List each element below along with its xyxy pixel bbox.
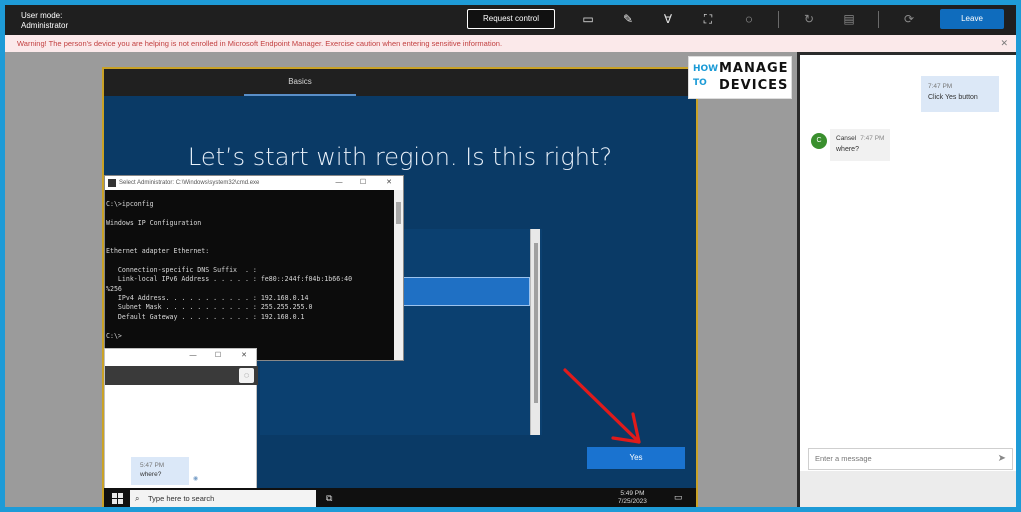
maximize-icon[interactable]: ☐ bbox=[355, 176, 371, 190]
chat-panel: 7:47 PM Click Yes button C Cansel 7:47 PM… bbox=[800, 55, 1016, 471]
scrollbar-thumb[interactable] bbox=[534, 243, 538, 403]
mini-window-controls: — ☐ ✕ bbox=[105, 349, 256, 364]
quick-assist-window: User mode: Administrator Request control… bbox=[5, 5, 1016, 507]
warning-banner: Warning! The person's device you are hel… bbox=[5, 35, 1016, 52]
minimize-icon[interactable]: — bbox=[331, 176, 347, 190]
user-role-label: Administrator bbox=[21, 21, 69, 30]
search-placeholder: Type here to search bbox=[148, 494, 215, 503]
chat-footer bbox=[800, 471, 1016, 507]
scrollbar-thumb[interactable] bbox=[396, 202, 401, 224]
select-monitor-icon[interactable]: ▭ bbox=[580, 11, 596, 27]
task-manager-icon[interactable]: ▤ bbox=[841, 11, 857, 27]
cmd-scrollbar[interactable] bbox=[394, 190, 403, 360]
cmd-window[interactable]: Select Administrator: C:\Windows\system3… bbox=[104, 175, 404, 361]
request-control-button[interactable]: Request control bbox=[467, 9, 555, 29]
red-arrow-annotation bbox=[563, 368, 641, 444]
reconnect-icon[interactable]: ⟳ bbox=[901, 11, 917, 27]
notification-icon[interactable]: ▭ bbox=[674, 492, 683, 503]
avatar: C bbox=[811, 133, 827, 149]
windows-start-icon[interactable] bbox=[112, 493, 123, 504]
region-scrollbar[interactable] bbox=[530, 229, 540, 435]
close-icon[interactable]: ✕ bbox=[1000, 35, 1008, 52]
howtomanagedevices-logo: HOW TO MANAGE DEVICES bbox=[688, 56, 792, 99]
toolbar-divider bbox=[778, 11, 779, 28]
outgoing-message: 7:47 PM Click Yes button bbox=[921, 76, 999, 112]
cmd-output[interactable]: C:\>ipconfig Windows IP Configuration Et… bbox=[105, 190, 395, 360]
outgoing-text: Click Yes button bbox=[928, 94, 978, 101]
cmd-title-bar[interactable]: Select Administrator: C:\Windows\system3… bbox=[105, 176, 403, 190]
leave-button[interactable]: Leave bbox=[940, 9, 1004, 29]
laser-pointer-icon[interactable]: ∀ bbox=[660, 11, 676, 27]
top-toolbar: User mode: Administrator Request control… bbox=[5, 5, 1016, 35]
user-mode-label: User mode: bbox=[21, 11, 63, 20]
tray-date: 7/25/2023 bbox=[618, 498, 647, 505]
incoming-time: 7:47 PM bbox=[860, 135, 885, 142]
mini-toolbar: ◌ bbox=[105, 366, 258, 385]
restart-icon[interactable]: ↻ bbox=[801, 11, 817, 27]
tab-basics[interactable]: Basics bbox=[244, 69, 356, 96]
incoming-message: Cansel 7:47 PM where? bbox=[830, 129, 890, 161]
tray-time: 5:49 PM bbox=[620, 490, 645, 497]
mini-bubble-text: where? bbox=[140, 471, 162, 478]
oobe-header: Basics bbox=[104, 69, 696, 96]
toggle-chat-icon[interactable]: ◌ bbox=[741, 11, 757, 27]
chat-message-input[interactable]: Enter a message ➤ bbox=[808, 448, 1013, 470]
search-icon: ⌕ bbox=[135, 494, 140, 503]
mini-chat-bubble: 5:47 PM where? bbox=[131, 457, 189, 485]
oobe-title: Let’s start with region. Is this right? bbox=[187, 143, 613, 171]
actual-size-icon[interactable]: ⛶ bbox=[700, 11, 716, 27]
user-mode-block: User mode: Administrator bbox=[21, 11, 68, 31]
incoming-text: where? bbox=[836, 146, 859, 153]
annotate-icon[interactable]: ✎ bbox=[620, 11, 636, 27]
warning-text: Warning! The person's device you are hel… bbox=[17, 39, 503, 48]
close-icon[interactable]: ✕ bbox=[381, 176, 397, 190]
cmd-title: Select Administrator: C:\Windows\system3… bbox=[119, 180, 260, 186]
send-icon[interactable]: ➤ bbox=[998, 449, 1006, 469]
chat-icon[interactable]: ◌ bbox=[239, 368, 254, 383]
maximize-icon[interactable]: ☐ bbox=[210, 349, 226, 363]
chat-input-placeholder: Enter a message bbox=[815, 454, 872, 463]
seen-icon: ◉ bbox=[193, 476, 199, 482]
mini-bubble-time: 5:47 PM bbox=[140, 462, 165, 469]
tray-clock[interactable]: 5:49 PM 7/25/2023 bbox=[618, 490, 647, 506]
windows-taskbar: ⌕ Type here to search ⧉ 5:49 PM 7/25/202… bbox=[104, 488, 696, 507]
toolbar-divider bbox=[878, 11, 879, 28]
taskbar-search-box[interactable]: ⌕ Type here to search bbox=[130, 490, 316, 507]
cmd-icon bbox=[108, 179, 116, 187]
minimize-icon[interactable]: — bbox=[185, 349, 201, 363]
close-icon[interactable]: ✕ bbox=[236, 349, 252, 363]
quick-assist-mini-window[interactable]: — ☐ ✕ ◌ 5:47 PM where? ◉ bbox=[104, 348, 258, 491]
outgoing-time: 7:47 PM bbox=[928, 83, 953, 90]
task-view-icon[interactable]: ⧉ bbox=[326, 493, 332, 504]
incoming-sender: Cansel bbox=[836, 135, 857, 142]
